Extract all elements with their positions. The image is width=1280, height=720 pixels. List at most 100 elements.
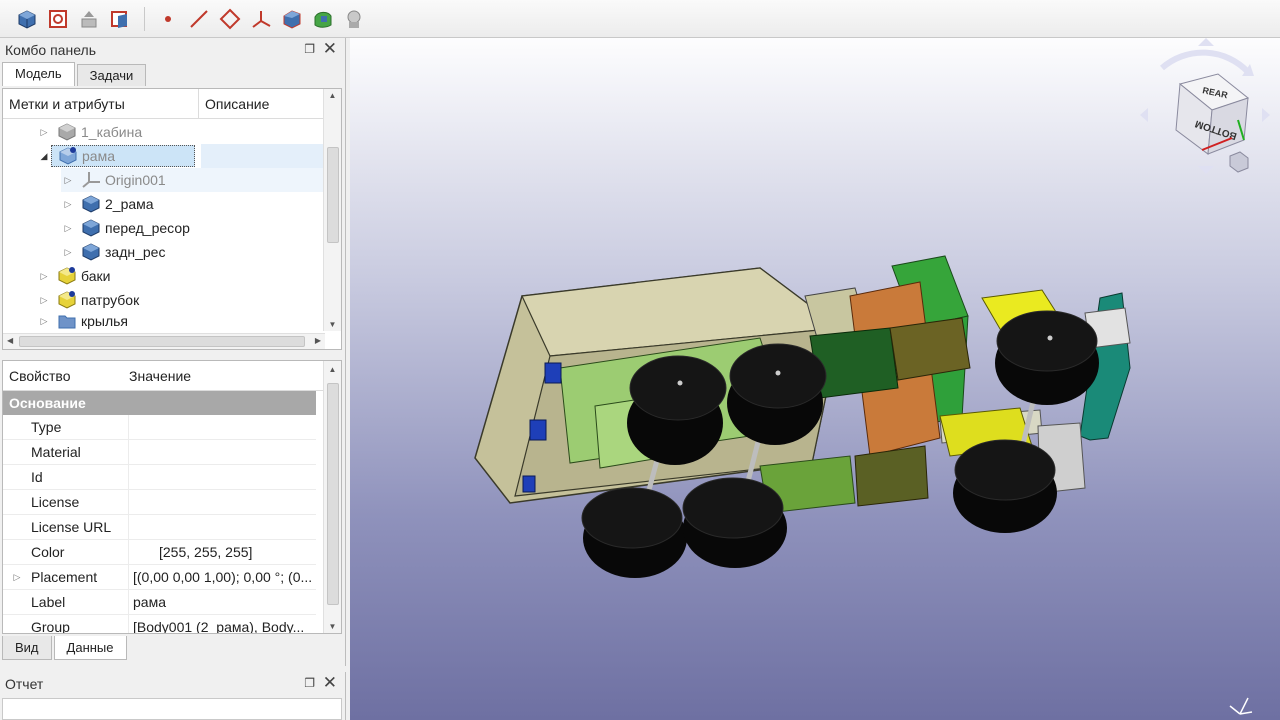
close-icon[interactable]: ✕ [323, 39, 337, 59]
property-row[interactable]: Label рама [3, 590, 316, 615]
part-yellow-icon [58, 267, 76, 285]
tree-header: Метки и атрибуты Описание [3, 89, 341, 119]
property-name: Material [31, 440, 129, 464]
view-down-arrow-icon[interactable] [1198, 166, 1214, 174]
expand-arrow-icon[interactable]: ▷ [37, 316, 51, 327]
expand-arrow-icon[interactable]: ▷ [37, 271, 51, 282]
tree-item-label: 2_рама [105, 196, 154, 212]
scroll-right-icon[interactable]: ▶ [315, 336, 321, 345]
tab-model[interactable]: Модель [2, 62, 75, 86]
truck-model[interactable]: REAR BOTTOM [350, 38, 1280, 720]
collapse-arrow-icon[interactable]: ◢ [37, 151, 51, 162]
rotate-ccw-arrow-icon[interactable] [1160, 49, 1251, 75]
map-sketch-icon[interactable] [107, 6, 133, 32]
combo-tabs: Модель Задачи [0, 62, 345, 86]
tree-item-label: патрубок [81, 292, 140, 308]
property-row[interactable]: Id [3, 465, 316, 490]
navigation-cube[interactable]: REAR BOTTOM [1140, 38, 1270, 174]
shape-binder-icon[interactable] [279, 6, 305, 32]
float-icon[interactable]: ❐ [304, 676, 315, 690]
property-group-base[interactable]: Основание [3, 391, 316, 415]
expand-arrow-icon[interactable]: ▷ [61, 199, 75, 210]
property-scroll-thumb[interactable] [327, 383, 339, 605]
tab-view[interactable]: Вид [2, 636, 52, 660]
property-row[interactable]: ▷ Placement [(0,00 0,00 1,00); 0,00 °; (0.… [3, 565, 316, 590]
property-value[interactable]: [Body001 (2_рама), Body... [129, 619, 315, 633]
tree-item-label: баки [81, 268, 111, 284]
tree-item[interactable]: ▷ патрубок [37, 288, 139, 312]
create-sketch-icon[interactable] [45, 6, 71, 32]
property-vertical-scrollbar[interactable]: ▲ ▼ [323, 361, 341, 633]
scroll-left-icon[interactable]: ◀ [7, 336, 13, 345]
view-menu-cube-icon[interactable] [1229, 151, 1249, 173]
body-active-icon [59, 147, 77, 165]
expand-arrow-icon[interactable]: ▷ [61, 247, 75, 258]
tree-hscroll-thumb[interactable] [19, 336, 305, 347]
expand-arrow-icon[interactable]: ▷ [61, 175, 75, 186]
scroll-up-icon[interactable]: ▲ [324, 91, 341, 100]
property-header-value[interactable]: Значение [129, 368, 191, 384]
tab-tasks[interactable]: Задачи [76, 64, 147, 86]
property-row[interactable]: License [3, 490, 316, 515]
tree-item[interactable]: ▷ 1_кабина [37, 120, 142, 144]
expand-arrow-icon[interactable]: ▷ [37, 295, 51, 306]
body-gray-icon [58, 123, 76, 141]
view-left-arrow-icon[interactable] [1140, 108, 1148, 122]
scroll-down-icon[interactable]: ▼ [324, 320, 341, 329]
expand-arrow-icon[interactable]: ▷ [37, 127, 51, 138]
view-up-arrow-icon[interactable] [1198, 38, 1214, 46]
property-row[interactable]: Group [Body001 (2_рама), Body... [3, 615, 316, 633]
axis-indicator-icon [1229, 697, 1253, 715]
property-row[interactable]: Material [3, 440, 316, 465]
clone-icon[interactable] [341, 6, 367, 32]
datum-line-icon[interactable] [186, 6, 212, 32]
tree-horizontal-scrollbar[interactable]: ◀ ▶ [3, 333, 325, 349]
tree-item-selected[interactable]: ◢ рама [37, 144, 195, 168]
float-icon[interactable]: ❐ [304, 42, 315, 56]
expand-arrow-icon[interactable]: ▷ [3, 572, 31, 583]
scroll-up-icon[interactable]: ▲ [324, 365, 341, 374]
folder-icon [58, 315, 76, 329]
tree-item[interactable]: ▷ задн_рес [61, 240, 165, 264]
tree-item[interactable]: ▷ Origin001 [61, 168, 323, 192]
tree-item[interactable]: ▷ крылья [37, 312, 129, 330]
body-icon [82, 219, 100, 237]
toolbar [0, 0, 1280, 38]
report-panel: Отчет ❐ ✕ [0, 672, 346, 720]
property-row[interactable]: License URL [3, 515, 316, 540]
tree-item-label: крылья [81, 313, 129, 329]
property-name: Type [31, 415, 129, 439]
subshape-binder-icon[interactable] [310, 6, 336, 32]
3d-viewport[interactable]: REAR BOTTOM [350, 38, 1280, 720]
property-value[interactable]: [255, 255, 255] [129, 544, 315, 560]
tree-header-labels[interactable]: Метки и атрибуты [3, 89, 199, 118]
expand-arrow-icon[interactable]: ▷ [61, 223, 75, 234]
validate-sketch-icon[interactable] [76, 6, 102, 32]
toolbar-separator [144, 6, 145, 31]
property-value[interactable]: рама [129, 594, 315, 610]
tree-item-label: рама [82, 148, 115, 164]
tree-vertical-scrollbar[interactable]: ▲ ▼ [323, 89, 341, 331]
tree-item[interactable]: ▷ перед_ресор [61, 216, 190, 240]
property-header-name[interactable]: Свойство [3, 368, 129, 384]
property-row[interactable]: Type [3, 415, 316, 440]
property-row[interactable]: Color [255, 255, 255] [3, 540, 316, 565]
tree-header-description[interactable]: Описание [199, 96, 269, 112]
datum-plane-icon[interactable] [217, 6, 243, 32]
report-view[interactable] [2, 698, 342, 720]
tree-scroll-thumb[interactable] [327, 147, 339, 243]
property-tabs: Вид Данные [2, 636, 129, 660]
tab-data[interactable]: Данные [53, 636, 127, 660]
tree-item[interactable]: ▷ баки [37, 264, 110, 288]
close-icon[interactable]: ✕ [323, 673, 337, 693]
property-name: License URL [31, 515, 129, 539]
scroll-down-icon[interactable]: ▼ [324, 622, 341, 631]
property-value[interactable]: [(0,00 0,00 1,00); 0,00 °; (0... [129, 569, 315, 585]
part-body-icon[interactable] [14, 6, 40, 32]
combo-panel: Комбо панель ❐ ✕ Модель Задачи Метки и а… [0, 38, 346, 666]
datum-point-icon[interactable] [155, 6, 181, 32]
tree-item[interactable]: ▷ 2_рама [61, 192, 154, 216]
tree-item-selection: рама [51, 145, 195, 167]
local-coordinate-system-icon[interactable] [248, 6, 274, 32]
view-right-arrow-icon[interactable] [1262, 108, 1270, 122]
